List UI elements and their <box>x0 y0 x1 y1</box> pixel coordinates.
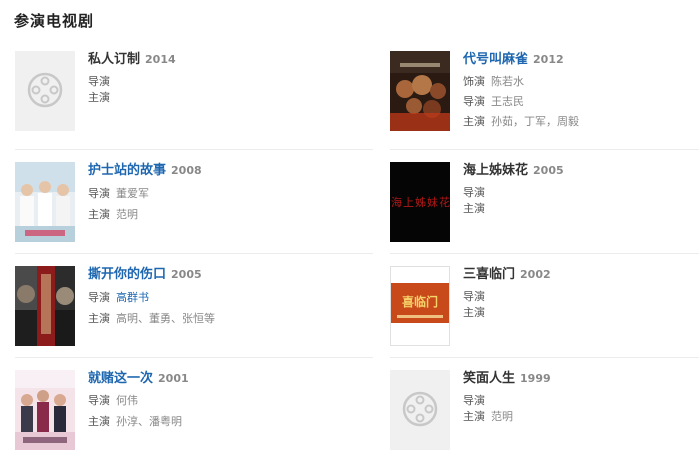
meta-label: 主演 <box>88 312 110 325</box>
meta-value: 范明 <box>116 208 138 221</box>
tv-year: 2005 <box>533 164 564 177</box>
meta-label: 导演 <box>88 75 110 88</box>
poster-caption: 喜临门 <box>401 295 438 309</box>
meta-value: 陈若水 <box>491 75 524 88</box>
tv-title-link[interactable]: 代号叫麻雀 <box>463 52 528 67</box>
divider <box>15 253 373 254</box>
meta-label: 主演 <box>88 91 110 104</box>
meta-label: 导演 <box>88 291 110 304</box>
meta-label: 主演 <box>88 208 110 221</box>
tv-year: 2014 <box>145 53 176 66</box>
tv-year: 2001 <box>158 372 189 385</box>
meta-label: 导演 <box>88 187 110 200</box>
section-title: 参演电视剧 <box>14 12 95 30</box>
meta-value: 孙茹，丁军，周毅 <box>491 115 579 128</box>
tv-title: 海上姊妹花 <box>463 163 529 178</box>
poster-placeholder[interactable] <box>390 370 450 450</box>
meta-value: 董爱军 <box>116 187 149 200</box>
tv-year: 2002 <box>520 268 551 281</box>
divider <box>15 149 373 150</box>
tv-year: 2005 <box>171 268 202 281</box>
tv-year: 2012 <box>533 53 564 66</box>
meta-value: 高明、董勇、张恒等 <box>116 312 215 325</box>
poster-image[interactable]: 海上姊妹花 <box>390 162 450 242</box>
poster-image[interactable] <box>15 162 75 242</box>
poster-image[interactable] <box>15 266 75 346</box>
meta-value: 孙淳、潘粤明 <box>116 415 182 428</box>
meta-label: 导演 <box>463 95 485 108</box>
director-link[interactable]: 高群书 <box>116 291 149 304</box>
tv-year: 1999 <box>520 372 551 385</box>
poster-image[interactable] <box>390 51 450 131</box>
film-reel-icon <box>27 72 63 108</box>
tv-title: 三喜临门 <box>463 267 516 282</box>
poster-caption: 海上姊妹花 <box>391 196 450 209</box>
poster-image[interactable] <box>15 370 75 450</box>
meta-label: 主演 <box>463 306 485 319</box>
tv-title: 私人订制 <box>88 52 141 67</box>
meta-label: 主演 <box>463 410 485 423</box>
meta-label: 导演 <box>463 290 485 303</box>
meta-label: 导演 <box>463 186 485 199</box>
film-reel-icon <box>402 391 438 427</box>
tv-title: 笑面人生 <box>463 371 516 386</box>
divider <box>390 253 699 254</box>
divider <box>390 149 699 150</box>
divider <box>15 357 373 358</box>
meta-value: 何伟 <box>116 394 138 407</box>
meta-value: 王志民 <box>491 95 524 108</box>
meta-label: 主演 <box>463 115 485 128</box>
poster-image[interactable]: 喜临门 <box>390 266 450 346</box>
tv-title-link[interactable]: 护士站的故事 <box>88 163 166 178</box>
tv-title-link[interactable]: 就赌这一次 <box>88 371 153 386</box>
tv-title-link[interactable]: 撕开你的伤口 <box>88 267 166 282</box>
meta-value: 范明 <box>491 410 513 423</box>
meta-label: 主演 <box>88 415 110 428</box>
meta-label: 导演 <box>88 394 110 407</box>
meta-label: 主演 <box>463 202 485 215</box>
meta-label: 饰演 <box>463 75 485 88</box>
poster-placeholder[interactable] <box>15 51 75 131</box>
divider <box>390 357 699 358</box>
meta-label: 导演 <box>463 394 485 407</box>
tv-year: 2008 <box>171 164 202 177</box>
